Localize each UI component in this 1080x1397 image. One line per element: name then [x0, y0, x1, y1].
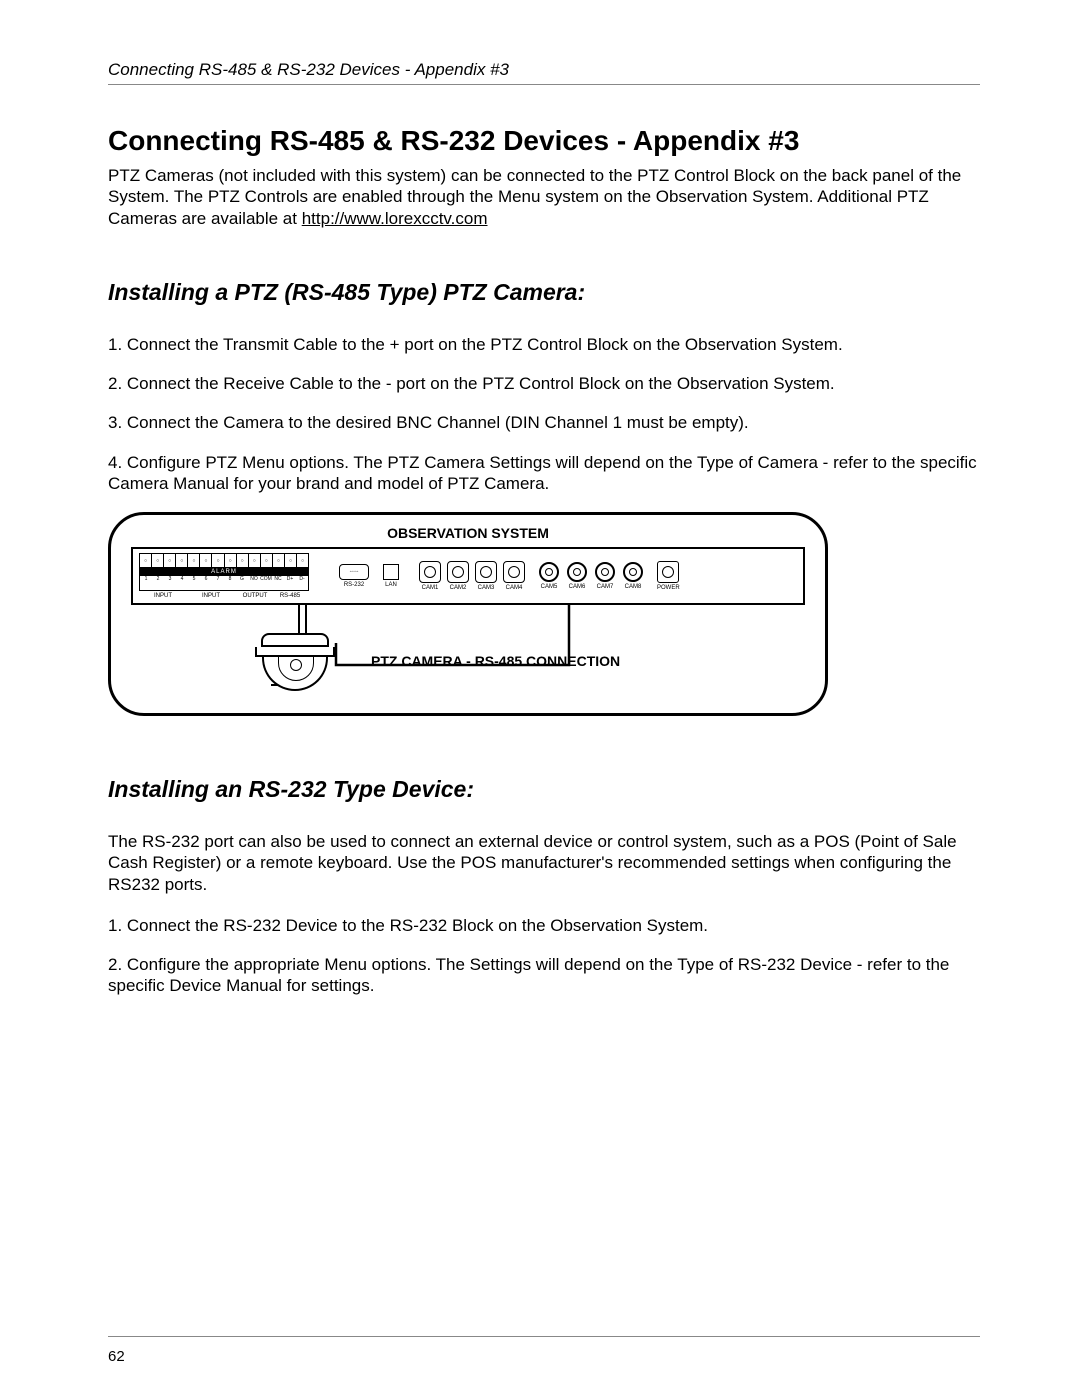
diagram-top-label: OBSERVATION SYSTEM: [131, 525, 805, 541]
tn-4: 4: [176, 576, 188, 582]
intro-text: PTZ Cameras (not included with this syst…: [108, 166, 961, 228]
connection-diagram: OBSERVATION SYSTEM ○○○○○○○ ○○○○○○○ ALARM…: [108, 512, 828, 716]
din-cam1-label: CAM1: [422, 585, 439, 591]
footer-rule: [108, 1336, 980, 1337]
bnc-ports: CAM5 CAM6 CAM7 CAM8: [539, 562, 643, 590]
rj45-icon: [383, 564, 399, 580]
wire-area: PTZ CAMERA - RS-485 CONNECTION: [131, 605, 805, 695]
tn-8: 8: [224, 576, 236, 582]
lan-port-label: LAN: [385, 582, 397, 588]
power-port: POWER: [657, 561, 680, 591]
section1-step-2: 2. Connect the Receive Cable to the - po…: [108, 373, 980, 394]
din-cam3-icon: [475, 561, 497, 583]
bnc-cam5-icon: [539, 562, 559, 582]
diagram-bottom-label: PTZ CAMERA - RS-485 CONNECTION: [371, 653, 620, 669]
power-port-label: POWER: [657, 585, 680, 591]
din-cam2-label: CAM2: [450, 585, 467, 591]
bnc-cam6-label: CAM6: [569, 584, 586, 590]
tn-com: COM: [260, 576, 272, 582]
db9-connector-icon: ◦◦◦◦◦: [339, 564, 369, 580]
din-cam1-icon: [419, 561, 441, 583]
bnc-cam5-label: CAM5: [541, 584, 558, 590]
din-cam2-icon: [447, 561, 469, 583]
output-label: OUTPUT: [235, 593, 275, 599]
bnc-cam8-label: CAM8: [625, 584, 642, 590]
bnc-cam6-icon: [567, 562, 587, 582]
ptz-dome-camera-icon: [261, 633, 335, 691]
lan-port: LAN: [383, 564, 399, 588]
terminal-number-row: 1 2 3 4 5 6 7 8 G NO COM NC D+ D-: [140, 576, 308, 582]
din-cam4-label: CAM4: [506, 585, 523, 591]
din-cam3-label: CAM3: [478, 585, 495, 591]
tn-dp: D+: [284, 576, 296, 582]
tn-nc: NC: [272, 576, 284, 582]
rs232-port-label: RS-232: [344, 582, 364, 588]
din-ports: CAM1 CAM2 CAM3 CAM4: [419, 561, 525, 591]
section1-heading: Installing a PTZ (RS-485 Type) PTZ Camer…: [108, 279, 980, 306]
page-number: 62: [108, 1348, 125, 1365]
section2-step-1: 1. Connect the RS-232 Device to the RS-2…: [108, 915, 980, 936]
page-title: Connecting RS-485 & RS-232 Devices - App…: [108, 125, 980, 157]
din-cam4-icon: [503, 561, 525, 583]
tn-7: 7: [212, 576, 224, 582]
section2-intro: The RS-232 port can also be used to conn…: [108, 831, 980, 895]
rs232-port: ◦◦◦◦◦ RS-232: [339, 564, 369, 588]
terminal-under-labels: INPUT INPUT OUTPUT RS-485: [139, 593, 305, 599]
alarm-label: ALARM: [140, 568, 308, 576]
running-header: Connecting RS-485 & RS-232 Devices - App…: [108, 60, 980, 80]
rs485-label: RS-485: [275, 593, 305, 599]
section2-heading: Installing an RS-232 Type Device:: [108, 776, 980, 803]
tn-1: 1: [140, 576, 152, 582]
tn-5: 5: [188, 576, 200, 582]
power-connector-icon: [657, 561, 679, 583]
input-label-2: INPUT: [187, 593, 235, 599]
terminal-block: ○○○○○○○ ○○○○○○○ ALARM 1 2 3 4 5 6 7 8 G …: [139, 553, 309, 591]
bnc-cam7-label: CAM7: [597, 584, 614, 590]
tn-no: NO: [248, 576, 260, 582]
tn-g: G: [236, 576, 248, 582]
intro-paragraph: PTZ Cameras (not included with this syst…: [108, 165, 980, 229]
intro-link[interactable]: http://www.lorexcctv.com: [302, 209, 488, 228]
bnc-cam7-icon: [595, 562, 615, 582]
tn-2: 2: [152, 576, 164, 582]
tn-dm: D-: [296, 576, 308, 582]
tn-3: 3: [164, 576, 176, 582]
backpanel: ○○○○○○○ ○○○○○○○ ALARM 1 2 3 4 5 6 7 8 G …: [131, 547, 805, 605]
section1-step-4: 4. Configure PTZ Menu options. The PTZ C…: [108, 452, 980, 495]
tn-6: 6: [200, 576, 212, 582]
input-label-1: INPUT: [139, 593, 187, 599]
section2-step-2: 2. Configure the appropriate Menu option…: [108, 954, 980, 997]
section1-step-1: 1. Connect the Transmit Cable to the + p…: [108, 334, 980, 355]
section1-step-3: 3. Connect the Camera to the desired BNC…: [108, 412, 980, 433]
header-rule: [108, 84, 980, 85]
bnc-cam8-icon: [623, 562, 643, 582]
